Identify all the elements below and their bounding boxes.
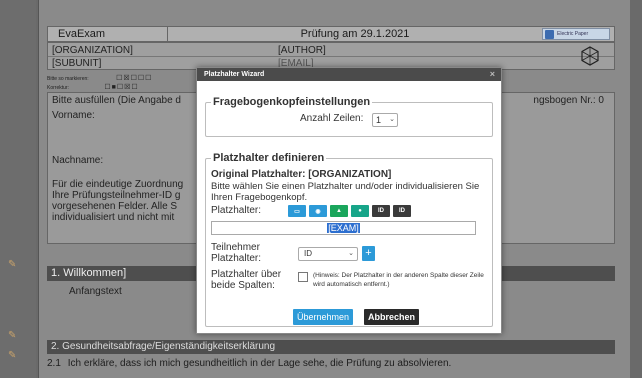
organization-placeholder[interactable]: [ORGANIZATION] bbox=[52, 45, 133, 56]
dialog-title: Platzhalter Wizard bbox=[204, 71, 265, 78]
placeholder-icon-bar: ▭ ◉ ▲ ● ID ID bbox=[288, 205, 411, 217]
body-text-line: vorgesehenen Felder. Alle S bbox=[52, 201, 178, 212]
subunit-placeholder[interactable]: [SUBUNIT] bbox=[52, 58, 101, 69]
header-settings-legend: Fragebogenkopfeinstellungen bbox=[211, 96, 373, 108]
exam-title: Prüfung am 29.1.2021 bbox=[300, 28, 410, 40]
user-group-icon[interactable]: ● bbox=[351, 205, 369, 217]
vorname-label: Vorname: bbox=[52, 110, 95, 121]
chevron-down-icon: ⌄ bbox=[389, 116, 395, 123]
cancel-button[interactable]: Abbrechen bbox=[364, 309, 420, 325]
logo-text: Electric Paper bbox=[557, 31, 589, 37]
meta-divider bbox=[48, 56, 614, 57]
nachname-label: Nachname: bbox=[52, 155, 104, 166]
instruction-line: Bitte ausfüllen (Die Angabe d bbox=[52, 95, 181, 106]
close-icon[interactable]: × bbox=[490, 68, 495, 81]
help-text: Bitte wählen Sie einen Platzhalter und/o… bbox=[211, 181, 480, 203]
mark-boxes: ☐☒☐☐☐ bbox=[116, 75, 153, 82]
id-icon[interactable]: ID bbox=[372, 205, 390, 217]
user-icon[interactable]: ▲ bbox=[330, 205, 348, 217]
section-1-subtitle: Anfangstext bbox=[69, 286, 122, 297]
apply-button[interactable]: Übernehmen bbox=[293, 309, 354, 325]
dialog-titlebar: Platzhalter Wizard × bbox=[197, 68, 501, 81]
id-card-icon[interactable]: ID bbox=[393, 205, 411, 217]
placeholder-label: Platzhalter: bbox=[211, 205, 262, 216]
chevron-down-icon: ⌄ bbox=[348, 250, 354, 257]
row-count-value: 1 bbox=[376, 115, 382, 125]
edit-marker-icon[interactable]: ✎ bbox=[8, 330, 16, 341]
span-columns-checkbox[interactable] bbox=[298, 272, 308, 282]
question-number: 2.1 bbox=[47, 358, 61, 369]
body-text-line: Für die eindeutige Zuordnung bbox=[52, 179, 184, 190]
correction-boxes: ☐■☐☒☐ bbox=[104, 84, 139, 91]
exam-meta-box: [ORGANIZATION] [SUBUNIT] [AUTHOR] [EMAIL… bbox=[47, 42, 615, 70]
author-placeholder[interactable]: [AUTHOR] bbox=[278, 45, 326, 56]
globe-icon[interactable]: ◉ bbox=[309, 205, 327, 217]
question-text: Ich erkläre, dass ich mich gesundheitlic… bbox=[67, 358, 452, 369]
left-gutter: ✎ ✎ ✎ bbox=[0, 0, 36, 378]
placeholder-input[interactable]: [EXAM] bbox=[211, 221, 476, 235]
body-text-line: individualisiert und nicht mit bbox=[52, 212, 175, 223]
span-columns-label: Platzhalter über beide Spalten: bbox=[211, 269, 282, 291]
correction-label: Korrektur: bbox=[47, 85, 69, 91]
row-count-select[interactable]: 1 ⌄ bbox=[372, 113, 398, 127]
add-placeholder-button[interactable]: + bbox=[362, 246, 375, 261]
logo-mark-icon bbox=[545, 30, 554, 39]
mark-instruction: Bitte so markieren: ☐☒☐☐☐ bbox=[47, 74, 152, 82]
section-2-title[interactable]: 2. Gesundheitsabfrage/Eigenständigkeitse… bbox=[47, 340, 615, 354]
placeholder-define-group: Platzhalter definieren Original Platzhal… bbox=[205, 152, 493, 327]
hexagon-logo-icon bbox=[581, 46, 599, 66]
app-name: EvaExam bbox=[48, 27, 168, 41]
placeholder-wizard-dialog: Platzhalter Wizard × Fragebogenkopfeinst… bbox=[196, 67, 502, 334]
exam-header: EvaExam Prüfung am 29.1.2021 Electric Pa… bbox=[47, 26, 615, 42]
participant-placeholder-value: ID bbox=[304, 249, 312, 258]
placeholder-value: [EXAM] bbox=[327, 223, 360, 233]
participant-placeholder-select[interactable]: ID ⌄ bbox=[298, 247, 358, 261]
span-columns-hint: (Hinweis: Der Platzhalter in der anderen… bbox=[313, 272, 484, 288]
participant-placeholder-label: Teilnehmer Platzhalter: bbox=[211, 242, 262, 264]
electric-paper-logo: Electric Paper bbox=[542, 28, 610, 40]
chat-icon[interactable]: ▭ bbox=[288, 205, 306, 217]
placeholder-define-legend: Platzhalter definieren bbox=[211, 152, 327, 164]
mark-label: Bitte so markieren: bbox=[47, 76, 89, 82]
edit-marker-icon[interactable]: ✎ bbox=[8, 350, 16, 361]
sheet-number: ngsbogen Nr.: 0 bbox=[533, 95, 604, 106]
original-placeholder-label: Original Platzhalter: [ORGANIZATION] bbox=[211, 169, 392, 180]
body-text-line: Ihre Prüfungsteilnehmer-ID g bbox=[52, 190, 181, 201]
question-2-1: 2.1 Ich erkläre, dass ich mich gesundhei… bbox=[47, 358, 451, 369]
row-count-label: Anzahl Zeilen: bbox=[300, 113, 364, 124]
header-settings-group: Fragebogenkopfeinstellungen Anzahl Zeile… bbox=[205, 96, 493, 137]
edit-marker-icon[interactable]: ✎ bbox=[8, 259, 16, 270]
correction-instruction: Korrektur: ☐■☐☒☐ bbox=[47, 83, 139, 91]
